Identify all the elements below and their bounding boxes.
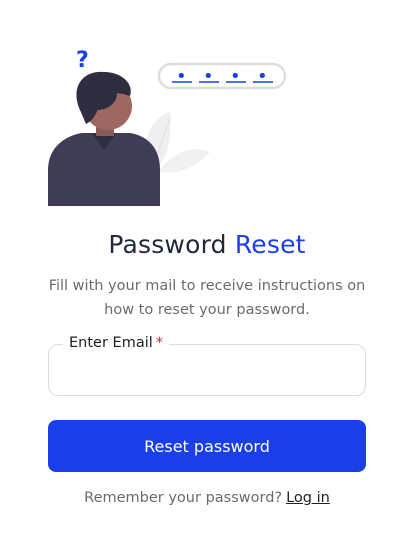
password-reset-page: ? • • • • Password Reset Fill with your … <box>0 0 414 560</box>
email-field-label: Enter Email * <box>63 335 170 351</box>
required-indicator: * <box>155 335 164 351</box>
email-input[interactable] <box>61 359 357 387</box>
password-dot-icon: • <box>176 66 187 87</box>
title-text: Password <box>108 230 227 259</box>
email-field[interactable]: Enter Email * <box>48 335 366 396</box>
page-title: Password Reset <box>0 230 414 259</box>
login-prompt-text: Remember your password? <box>84 490 283 506</box>
login-link[interactable]: Log in <box>286 490 330 506</box>
reset-password-button[interactable]: Reset password <box>48 420 366 472</box>
page-subtitle: Fill with your mail to receive instructi… <box>48 278 366 318</box>
password-bubble: • • • • <box>157 62 287 90</box>
password-dot-icon: • <box>203 66 214 87</box>
question-mark-icon: ? <box>76 48 89 73</box>
forgot-password-illustration: ? • • • • <box>48 48 287 206</box>
email-label-text: Enter Email <box>69 335 153 351</box>
person-figure <box>48 71 160 206</box>
login-prompt: Remember your password? Log in <box>0 490 414 506</box>
password-dot-icon: • <box>230 66 241 87</box>
password-dot-icon: • <box>257 66 268 87</box>
title-accent-text: Reset <box>234 230 306 259</box>
